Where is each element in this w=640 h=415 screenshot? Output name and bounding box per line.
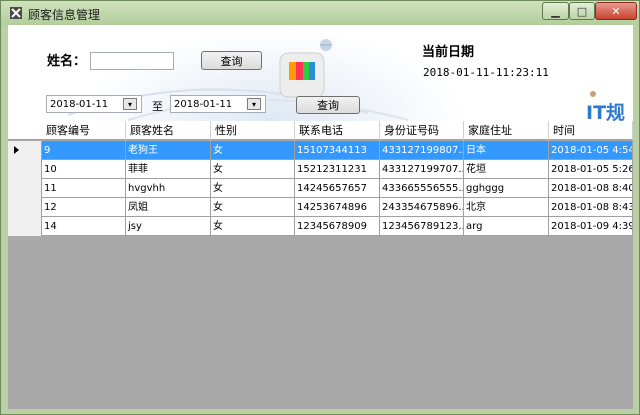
column-header[interactable]: 时间 bbox=[549, 121, 633, 140]
table-row[interactable]: 9 老狗王女 15107344113 433127199807... 日本 2018-01… bbox=[8, 141, 633, 160]
column-header[interactable]: 身份证号码 bbox=[380, 121, 464, 140]
customer-table[interactable]: 顾客编号 顾客姓名 性别 联系电话 身份证号码 家庭住址 时间 9 老狗王女 151… bbox=[8, 121, 633, 409]
row-header[interactable] bbox=[8, 141, 42, 160]
client-area: 姓名： 查询 当前日期 2018-01-11-11:23:11 2018-01-… bbox=[8, 25, 633, 409]
table-cell[interactable]: hvgvhh bbox=[126, 179, 211, 198]
table-header: 顾客编号 顾客姓名 性别 联系电话 身份证号码 家庭住址 时间 bbox=[8, 121, 633, 140]
title-bar[interactable]: 顾客信息管理 ▁ □ ✕ bbox=[1, 1, 639, 25]
window-title: 顾客信息管理 bbox=[28, 8, 101, 22]
table-cell[interactable]: 433665556555... bbox=[380, 179, 464, 198]
maximize-icon: □ bbox=[576, 4, 588, 18]
media-app-icon bbox=[279, 52, 325, 98]
table-cell[interactable]: 14 bbox=[42, 217, 126, 236]
table-cell[interactable]: 花垣 bbox=[464, 160, 549, 179]
table-cell[interactable]: 123456789123... bbox=[380, 217, 464, 236]
date-to-value: 2018-01-11 bbox=[174, 98, 233, 110]
app-icon bbox=[10, 7, 22, 19]
table-cell[interactable]: 女 bbox=[211, 217, 295, 236]
table-cell[interactable]: 菲菲 bbox=[126, 160, 211, 179]
date-from-picker[interactable]: 2018-01-11 ▾ bbox=[46, 95, 142, 113]
row-header[interactable] bbox=[8, 198, 42, 217]
table-cell[interactable]: 2018-01-08 8:43 bbox=[549, 198, 633, 217]
table-cell[interactable]: 433127199707... bbox=[380, 160, 464, 179]
calendar-dropdown-icon[interactable]: ▾ bbox=[247, 98, 261, 110]
table-cell[interactable]: 2018-01-08 8:40 bbox=[549, 179, 633, 198]
table-row[interactable]: 11 hvgvhh 女 14245657657 433665556555... gghgg… bbox=[8, 179, 633, 198]
row-header[interactable] bbox=[8, 179, 42, 198]
table-cell[interactable]: 女 bbox=[211, 160, 295, 179]
query-date-button[interactable]: 查询 bbox=[296, 96, 360, 114]
table-cell[interactable]: 2018-01-05 4:54 bbox=[549, 141, 633, 160]
table-cell[interactable]: 9 bbox=[42, 141, 126, 160]
table-cell[interactable]: arg bbox=[464, 217, 549, 236]
name-label: 姓名： bbox=[47, 54, 87, 69]
name-input[interactable] bbox=[90, 52, 174, 70]
column-header[interactable]: 家庭住址 bbox=[464, 121, 549, 140]
calendar-dropdown-icon[interactable]: ▾ bbox=[123, 98, 137, 110]
main-window: 顾客信息管理 ▁ □ ✕ 姓名： 查询 当前日期 2018-01-11-11:2… bbox=[0, 0, 640, 415]
table-cell[interactable]: 日本 bbox=[464, 141, 549, 160]
current-date-value: 2018-01-11-11:23:11 bbox=[423, 66, 549, 79]
table-cell[interactable]: 北京 bbox=[464, 198, 549, 217]
maximize-button[interactable]: □ bbox=[569, 2, 595, 20]
column-header[interactable]: 性别 bbox=[211, 121, 295, 140]
table-row[interactable]: 10 菲菲女 15212311231 433127199707... 花垣 2018-01… bbox=[8, 160, 633, 179]
column-header[interactable]: 顾客编号 bbox=[42, 121, 126, 140]
column-header[interactable]: 顾客姓名 bbox=[126, 121, 211, 140]
table-row[interactable]: 14 jsy 女 12345678909 123456789123... arg 2018-… bbox=[8, 217, 633, 236]
table-cell[interactable]: 女 bbox=[211, 141, 295, 160]
table-cell[interactable]: 15107344113 bbox=[295, 141, 380, 160]
table-row[interactable]: 12 凤姐女 14253674896 243354675896... 北京 2018-01… bbox=[8, 198, 633, 217]
to-label: 至 bbox=[152, 100, 163, 113]
column-header[interactable]: 联系电话 bbox=[295, 121, 380, 140]
table-cell[interactable]: gghggg bbox=[464, 179, 549, 198]
date-from-value: 2018-01-11 bbox=[50, 98, 109, 110]
table-cell[interactable]: 243354675896... bbox=[380, 198, 464, 217]
minimize-icon: ▁ bbox=[551, 4, 560, 18]
close-icon: ✕ bbox=[611, 4, 621, 18]
table-cell[interactable]: 女 bbox=[211, 198, 295, 217]
table-cell[interactable]: 女 bbox=[211, 179, 295, 198]
row-header[interactable] bbox=[8, 217, 42, 236]
table-cell[interactable]: 12 bbox=[42, 198, 126, 217]
date-to-picker[interactable]: 2018-01-11 ▾ bbox=[170, 95, 266, 113]
current-date-label: 当前日期 bbox=[422, 45, 475, 60]
table-cell[interactable]: 2018-01-09 4:39 bbox=[549, 217, 633, 236]
minimize-button[interactable]: ▁ bbox=[542, 2, 569, 20]
table-cell[interactable]: 433127199807... bbox=[380, 141, 464, 160]
table-cell[interactable]: 10 bbox=[42, 160, 126, 179]
close-button[interactable]: ✕ bbox=[595, 2, 637, 20]
query-name-button[interactable]: 查询 bbox=[201, 51, 262, 70]
table-cell[interactable]: 12345678909 bbox=[295, 217, 380, 236]
current-row-arrow-icon bbox=[14, 146, 19, 154]
table-cell[interactable]: 15212311231 bbox=[295, 160, 380, 179]
table-cell[interactable]: jsy bbox=[126, 217, 211, 236]
row-header[interactable] bbox=[8, 160, 42, 179]
table-cell[interactable]: 11 bbox=[42, 179, 126, 198]
table-cell[interactable]: 凤姐 bbox=[126, 198, 211, 217]
table-cell[interactable]: 14245657657 bbox=[295, 179, 380, 198]
table-cell[interactable]: 2018-01-05 5:26 bbox=[549, 160, 633, 179]
table-cell[interactable]: 老狗王 bbox=[126, 141, 211, 160]
table-cell[interactable]: 14253674896 bbox=[295, 198, 380, 217]
